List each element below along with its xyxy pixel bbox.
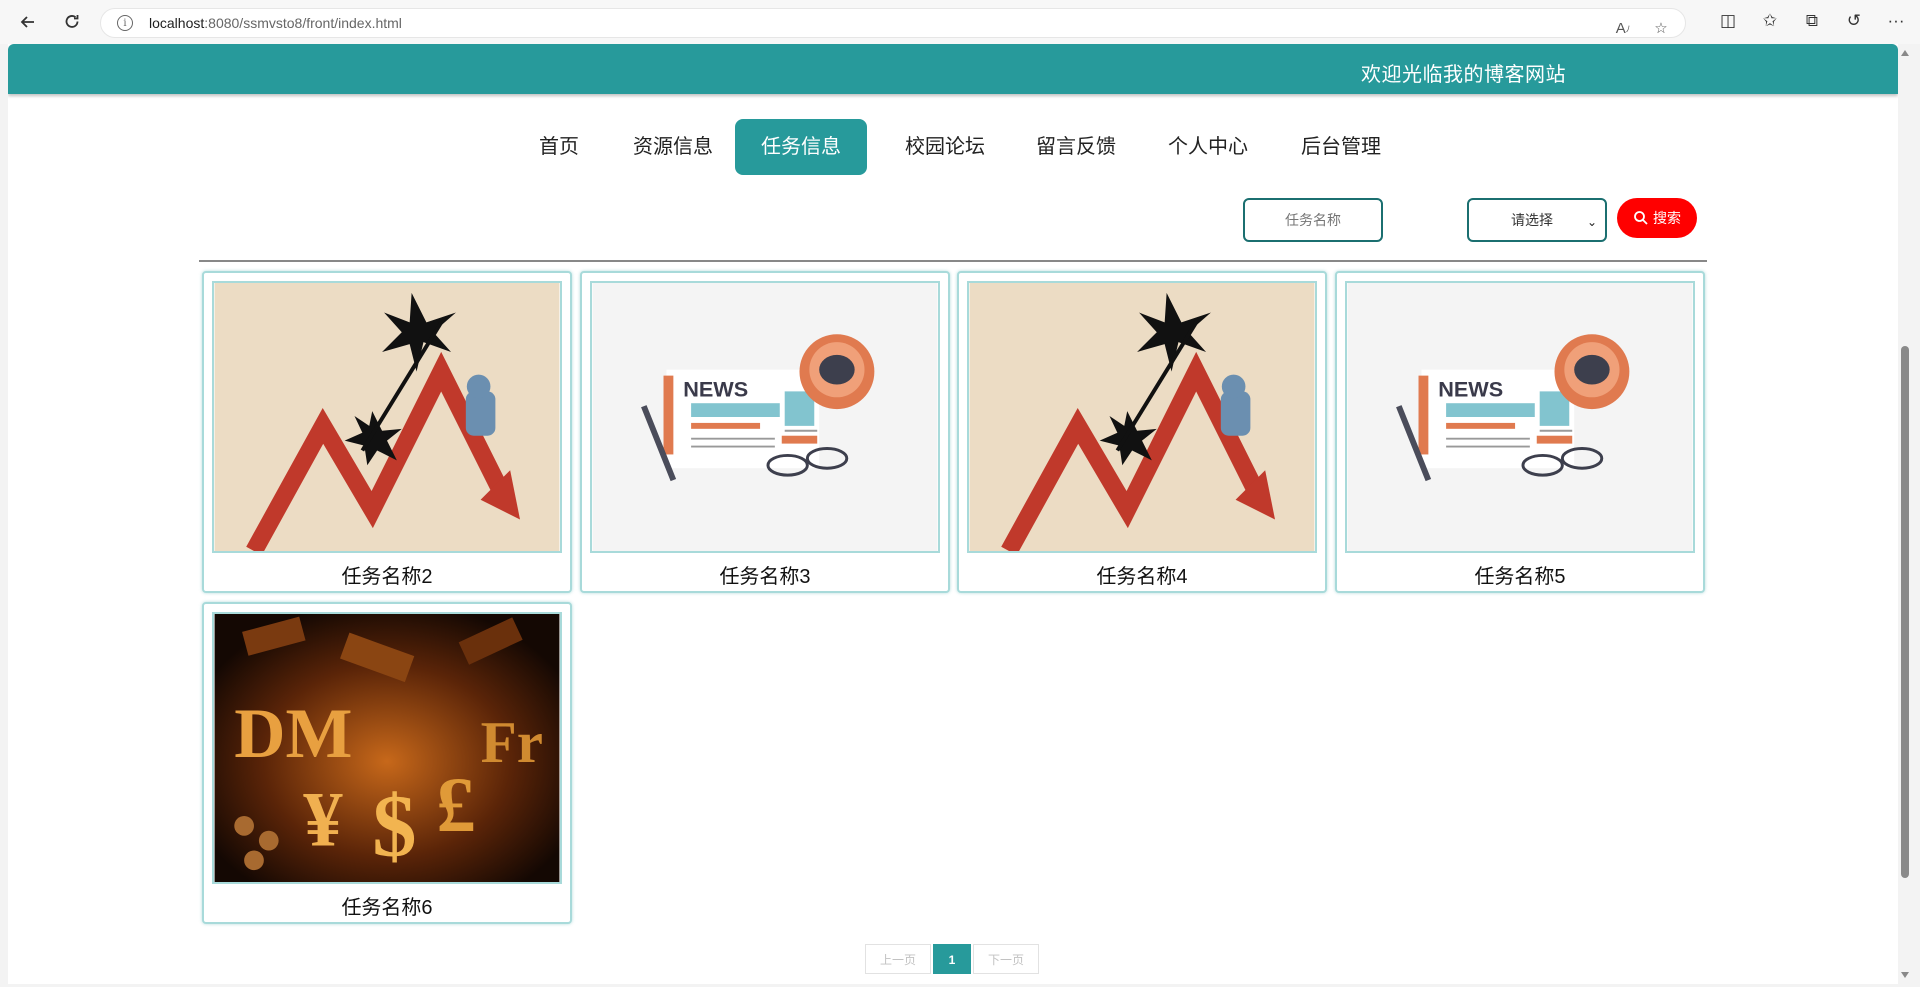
nav-admin[interactable]: 后台管理 <box>1288 119 1394 175</box>
reload-icon[interactable] <box>54 4 90 40</box>
nav-tasks[interactable]: 任务信息 <box>735 119 867 175</box>
task-image[interactable]: NEWS <box>1345 281 1695 553</box>
url-host: localhost <box>149 15 205 31</box>
falling-chart-illustration <box>969 283 1315 551</box>
scroll-up-icon[interactable] <box>1901 50 1909 56</box>
nav-feedback[interactable]: 留言反馈 <box>1023 119 1129 175</box>
currency-symbols-photo: DM ¥ $ £ Fr <box>214 614 560 882</box>
site-header: 欢迎光临我的博客网站 <box>8 44 1898 94</box>
page-1-button[interactable]: 1 <box>933 944 971 974</box>
task-card[interactable]: 任务名称2 <box>202 271 572 593</box>
task-name[interactable]: 任务名称2 <box>204 560 570 589</box>
task-image[interactable] <box>212 281 562 553</box>
search-icon <box>1634 211 1648 225</box>
falling-chart-illustration <box>214 283 560 551</box>
currency-yen-text: ¥ <box>303 777 343 864</box>
scrollbar-thumb[interactable] <box>1901 346 1909 878</box>
back-icon[interactable] <box>10 4 46 40</box>
section-divider <box>199 260 1707 262</box>
nav-resources[interactable]: 资源信息 <box>620 119 726 175</box>
favorites-icon[interactable]: ✩ <box>1760 6 1780 36</box>
currency-pound-text: £ <box>436 762 475 849</box>
history-icon[interactable]: ↺ <box>1844 6 1864 36</box>
category-select-value: 请选择 <box>1511 212 1553 228</box>
nav-profile[interactable]: 个人中心 <box>1155 119 1261 175</box>
task-card[interactable]: NEWS 任务名称5 <box>1335 271 1705 593</box>
chevron-down-icon: ⌄ <box>1586 215 1597 229</box>
page-scrollbar[interactable] <box>1898 44 1912 984</box>
news-text: NEWS <box>1438 376 1503 401</box>
pagination: 上一页 1 下一页 <box>8 944 1898 974</box>
favorite-add-icon[interactable]: ☆ <box>1651 13 1671 43</box>
scroll-down-icon[interactable] <box>1901 972 1909 978</box>
address-bar[interactable]: i localhost:8080/ssmvsto8/front/index.ht… <box>100 8 1686 38</box>
task-card[interactable]: NEWS 任务名称3 <box>580 271 950 593</box>
category-select[interactable]: 请选择 ⌄ <box>1467 198 1607 242</box>
nav-forum[interactable]: 校园论坛 <box>892 119 998 175</box>
search-button[interactable]: 搜索 <box>1617 198 1697 238</box>
task-name[interactable]: 任务名称3 <box>582 560 948 589</box>
site-title: 欢迎光临我的博客网站 <box>1361 64 1566 86</box>
task-name[interactable]: 任务名称5 <box>1337 560 1703 589</box>
task-card[interactable]: DM ¥ $ £ Fr 任务名称6 <box>202 602 572 924</box>
task-image[interactable] <box>967 281 1317 553</box>
browser-toolbar: i localhost:8080/ssmvsto8/front/index.ht… <box>0 0 1920 44</box>
task-image[interactable]: NEWS <box>590 281 940 553</box>
page-viewport: 欢迎光临我的博客网站 首页 资源信息 任务信息 校园论坛 留言反馈 个人中心 后… <box>8 44 1898 984</box>
currency-dm-text: DM <box>234 695 352 773</box>
url-path: :8080/ssmvsto8/front/index.html <box>204 15 402 31</box>
task-name-search-input[interactable] <box>1243 198 1383 242</box>
task-name[interactable]: 任务名称6 <box>204 891 570 920</box>
currency-dollar-text: $ <box>372 777 416 875</box>
info-icon[interactable]: i <box>117 15 133 31</box>
currency-fr-text: Fr <box>481 709 543 775</box>
search-button-label: 搜索 <box>1653 210 1681 226</box>
collections-icon[interactable]: ⧉ <box>1802 6 1822 36</box>
main-nav: 首页 资源信息 任务信息 校园论坛 留言反馈 个人中心 后台管理 <box>8 119 1898 175</box>
prev-page-button[interactable]: 上一页 <box>865 944 931 974</box>
split-screen-icon[interactable]: ◫ <box>1718 6 1738 36</box>
next-page-button[interactable]: 下一页 <box>973 944 1039 974</box>
task-name[interactable]: 任务名称4 <box>959 560 1325 589</box>
news-illustration: NEWS <box>592 283 938 551</box>
read-aloud-icon[interactable]: Aﾉ <box>1613 13 1633 43</box>
more-menu-icon[interactable]: ··· <box>1886 6 1906 36</box>
url-text[interactable]: localhost:8080/ssmvsto8/front/index.html <box>149 15 402 31</box>
nav-home[interactable]: 首页 <box>522 119 596 175</box>
news-illustration: NEWS <box>1347 283 1693 551</box>
task-card[interactable]: 任务名称4 <box>957 271 1327 593</box>
task-image[interactable]: DM ¥ $ £ Fr <box>212 612 562 884</box>
news-text: NEWS <box>683 376 748 401</box>
